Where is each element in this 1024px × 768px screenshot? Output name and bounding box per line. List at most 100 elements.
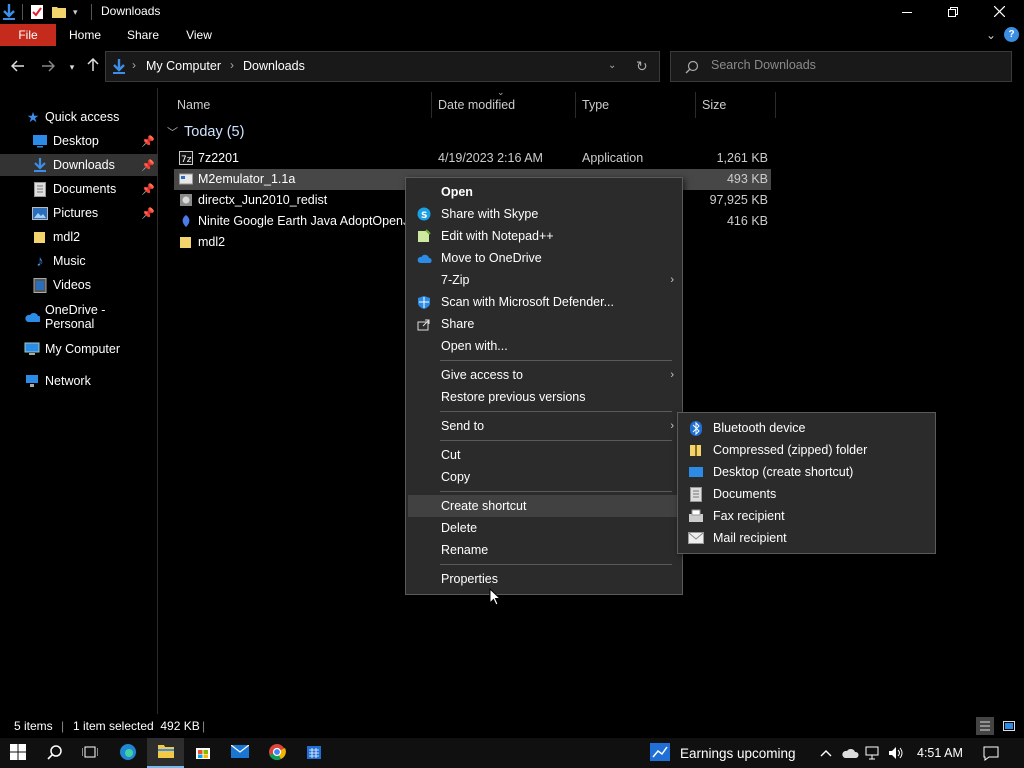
breadcrumb-my-computer[interactable]: My Computer bbox=[146, 59, 221, 73]
quick-access-toolbar: ▾ bbox=[0, 2, 92, 22]
onedrive-tray-icon[interactable] bbox=[841, 738, 859, 768]
address-history-chevron-icon[interactable]: ⌄ bbox=[608, 60, 616, 71]
menu-separator bbox=[440, 491, 672, 492]
menu-item-open[interactable]: Open bbox=[408, 181, 680, 203]
tab-share[interactable]: Share bbox=[118, 24, 168, 46]
item-count: 5 items bbox=[14, 719, 53, 733]
folder-icon bbox=[32, 229, 48, 245]
network-tray-icon[interactable] bbox=[865, 738, 881, 768]
taskbar: Earnings upcoming 4:51 AM bbox=[0, 738, 1024, 768]
send-to-mail[interactable]: Mail recipient bbox=[680, 527, 933, 549]
download-arrow-icon[interactable] bbox=[0, 2, 18, 22]
pictures-icon bbox=[32, 205, 48, 221]
sidebar-item-mdl2[interactable]: mdl2 bbox=[0, 226, 158, 248]
calendar-icon bbox=[306, 744, 322, 763]
sidebar-item-quick-access[interactable]: ★ Quick access bbox=[0, 106, 158, 128]
sidebar-item-downloads[interactable]: Downloads 📌 bbox=[0, 154, 158, 176]
tab-view[interactable]: View bbox=[176, 24, 222, 46]
show-hidden-icons-chevron-icon[interactable] bbox=[818, 738, 834, 768]
close-button[interactable] bbox=[976, 0, 1022, 24]
onedrive-icon bbox=[24, 309, 40, 325]
details-view-icon[interactable] bbox=[976, 717, 994, 735]
sidebar-item-my-computer[interactable]: My Computer bbox=[0, 338, 158, 360]
column-header-name[interactable]: Name bbox=[171, 92, 432, 118]
file-row[interactable]: 7z 7z2201 4/19/2023 2:16 AM Application … bbox=[174, 148, 771, 169]
sidebar-item-documents[interactable]: Documents 📌 bbox=[0, 178, 158, 200]
menu-item-properties[interactable]: Properties bbox=[408, 568, 680, 590]
pin-icon: 📌 bbox=[141, 183, 155, 196]
menu-item-rename[interactable]: Rename bbox=[408, 539, 680, 561]
taskbar-edge[interactable] bbox=[110, 738, 146, 768]
column-header-size[interactable]: Size bbox=[696, 92, 776, 118]
menu-item-restore-versions[interactable]: Restore previous versions bbox=[408, 386, 680, 408]
properties-icon[interactable] bbox=[29, 4, 45, 20]
taskbar-calendar-app[interactable] bbox=[296, 738, 332, 768]
up-button[interactable] bbox=[83, 56, 103, 78]
sidebar-item-music[interactable]: ♪ Music bbox=[0, 250, 158, 272]
expand-ribbon-chevron-icon[interactable]: ⌄ bbox=[983, 27, 999, 43]
menu-item-open-with[interactable]: Open with... bbox=[408, 335, 680, 357]
mail-icon bbox=[230, 744, 250, 761]
navigation-bar: ▾ › My Computer › Downloads ⌄ ↻ bbox=[0, 46, 1024, 88]
forward-button[interactable] bbox=[38, 56, 58, 78]
clock[interactable]: 4:51 AM bbox=[917, 738, 963, 768]
send-to-documents[interactable]: Documents bbox=[680, 483, 933, 505]
tab-file[interactable]: File bbox=[0, 24, 56, 46]
status-separator: | bbox=[202, 719, 206, 733]
new-folder-icon[interactable] bbox=[51, 4, 67, 20]
sidebar-item-desktop[interactable]: Desktop 📌 bbox=[0, 130, 158, 152]
volume-icon[interactable] bbox=[888, 738, 904, 768]
back-arrow-icon bbox=[10, 59, 25, 76]
refresh-icon[interactable]: ↻ bbox=[636, 58, 648, 75]
ribbon-tabs: File Home Share View ⌄ ? bbox=[0, 24, 1024, 46]
large-icons-view-icon[interactable] bbox=[1000, 717, 1018, 735]
search-icon bbox=[47, 744, 63, 763]
news-widget[interactable]: Earnings upcoming bbox=[650, 738, 796, 768]
desktop-icon bbox=[32, 133, 48, 149]
send-to-desktop[interactable]: Desktop (create shortcut) bbox=[680, 461, 933, 483]
taskbar-chrome[interactable] bbox=[259, 738, 295, 768]
sort-indicator-icon: ⌄ bbox=[497, 87, 505, 97]
start-button[interactable] bbox=[0, 738, 36, 768]
menu-item-give-access[interactable]: Give access to › bbox=[408, 364, 680, 386]
menu-item-send-to[interactable]: Send to › bbox=[408, 415, 680, 437]
customize-qat-chevron-icon[interactable]: ▾ bbox=[73, 7, 83, 18]
menu-item-cut[interactable]: Cut bbox=[408, 444, 680, 466]
action-center-icon[interactable] bbox=[983, 738, 999, 768]
send-to-compressed-folder[interactable]: Compressed (zipped) folder bbox=[680, 439, 933, 461]
menu-item-share-skype[interactable]: S Share with Skype bbox=[408, 203, 680, 225]
sidebar-item-pictures[interactable]: Pictures 📌 bbox=[0, 202, 158, 224]
menu-item-7zip[interactable]: 7-Zip › bbox=[408, 269, 680, 291]
minimize-button[interactable] bbox=[884, 0, 930, 24]
taskbar-store[interactable] bbox=[185, 738, 221, 768]
tab-home[interactable]: Home bbox=[60, 24, 110, 46]
menu-item-copy[interactable]: Copy bbox=[408, 466, 680, 488]
group-header-today[interactable]: ﹀ Today (5) bbox=[167, 124, 244, 140]
sidebar-item-network[interactable]: Network bbox=[0, 370, 158, 392]
menu-item-move-onedrive[interactable]: Move to OneDrive bbox=[408, 247, 680, 269]
search-input[interactable] bbox=[711, 58, 1001, 72]
navigation-pane: ★ Quick access Desktop 📌 Downloads 📌 Doc… bbox=[0, 88, 158, 714]
menu-item-share[interactable]: Share bbox=[408, 313, 680, 335]
help-icon[interactable]: ? bbox=[1004, 27, 1019, 42]
restore-icon bbox=[948, 4, 958, 20]
recent-locations-chevron-icon[interactable]: ▾ bbox=[62, 56, 82, 78]
search-box[interactable] bbox=[670, 51, 1012, 82]
address-bar[interactable]: › My Computer › Downloads ⌄ ↻ bbox=[105, 51, 660, 82]
taskbar-file-explorer[interactable] bbox=[147, 738, 184, 768]
taskbar-mail[interactable] bbox=[222, 738, 258, 768]
task-view-button[interactable] bbox=[72, 738, 108, 768]
sidebar-item-videos[interactable]: Videos bbox=[0, 274, 158, 296]
menu-item-create-shortcut[interactable]: Create shortcut bbox=[408, 495, 680, 517]
sidebar-item-onedrive[interactable]: OneDrive - Personal bbox=[0, 303, 158, 331]
send-to-fax[interactable]: Fax recipient bbox=[680, 505, 933, 527]
menu-item-delete[interactable]: Delete bbox=[408, 517, 680, 539]
menu-item-edit-notepadpp[interactable]: Edit with Notepad++ bbox=[408, 225, 680, 247]
breadcrumb-downloads[interactable]: Downloads bbox=[243, 59, 305, 73]
column-header-type[interactable]: Type bbox=[576, 92, 696, 118]
send-to-bluetooth[interactable]: Bluetooth device bbox=[680, 417, 933, 439]
restore-button[interactable] bbox=[930, 0, 976, 24]
taskbar-search-button[interactable] bbox=[37, 738, 73, 768]
back-button[interactable] bbox=[8, 56, 28, 78]
menu-item-scan-defender[interactable]: Scan with Microsoft Defender... bbox=[408, 291, 680, 313]
